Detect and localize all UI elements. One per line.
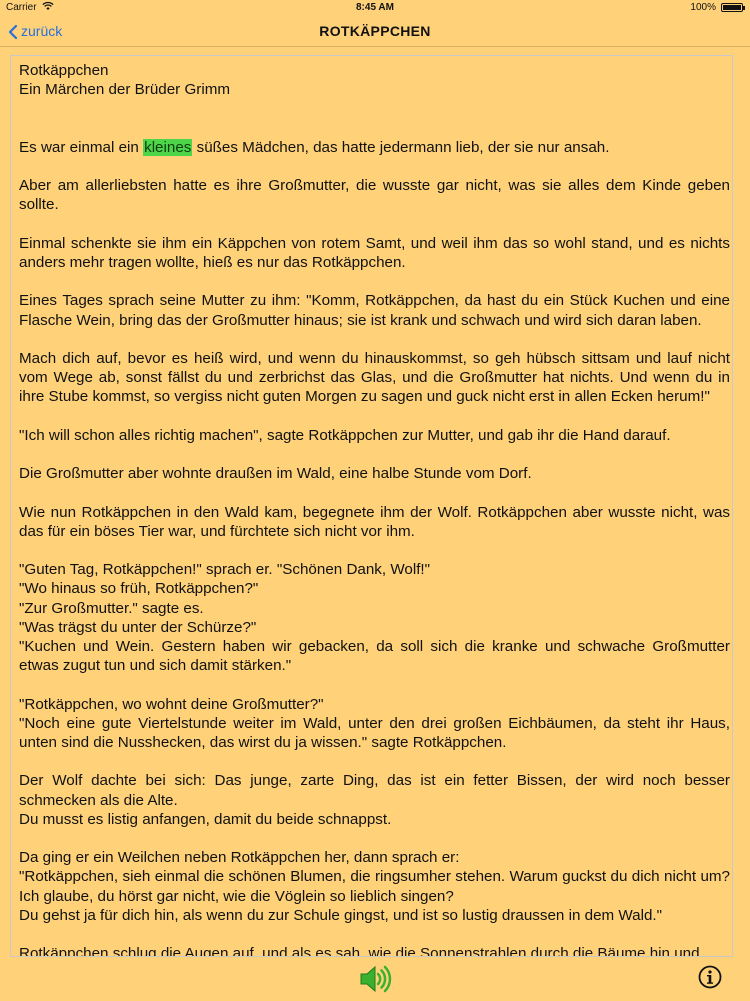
dialogue-line: Du gehst ja für dich hin, als wenn du zu…	[19, 906, 663, 924]
bottom-toolbar	[0, 958, 750, 1000]
status-bar: Carrier 8:45 AM 100%	[0, 0, 750, 16]
highlighted-word[interactable]: kleines	[143, 138, 193, 156]
paragraph-3: Einmal schenkte sie ihm ein Käppchen von…	[19, 234, 730, 271]
story-text: Rotkäppchen Ein Märchen der Brüder Grimm…	[19, 61, 730, 957]
info-icon[interactable]	[698, 965, 722, 989]
paragraph-5: Mach dich auf, bevor es heiß wird, und w…	[19, 349, 730, 406]
dialogue-line: "Noch eine gute Viertelstunde weiter im …	[19, 714, 730, 751]
dialogue-line: "Wo hinaus so früh, Rotkäppchen?"	[19, 580, 259, 598]
paragraph-8: Wie nun Rotkäppchen in den Wald kam, beg…	[19, 503, 730, 540]
paragraph-11: Der Wolf dachte bei sich: Das junge, zar…	[19, 771, 730, 829]
page-title: ROTKÄPPCHEN	[319, 23, 431, 39]
battery-icon	[721, 3, 745, 12]
navigation-bar: zurück ROTKÄPPCHEN	[0, 16, 750, 47]
clock: 8:45 AM	[356, 2, 394, 13]
text-line: Du musst es listig anfangen, damit du be…	[19, 810, 392, 828]
paragraph-9: "Guten Tag, Rotkäppchen!" sprach er. "Sc…	[19, 560, 730, 675]
paragraph-7: Die Großmutter aber wohnte draußen im Wa…	[19, 465, 532, 483]
paragraph-1: Es war einmal ein kleines süßes Mädchen,…	[19, 138, 730, 157]
story-text-view[interactable]: Rotkäppchen Ein Märchen der Brüder Grimm…	[10, 55, 733, 957]
paragraph-1-start: Es war einmal ein	[19, 138, 144, 156]
paragraph-4: Eines Tages sprach seine Mutter zu ihm: …	[19, 292, 730, 329]
paragraph-13: Rotkäppchen schlug die Augen auf, und al…	[19, 945, 700, 957]
text-line: Der Wolf dachte bei sich: Das junge, zar…	[19, 772, 730, 809]
paragraph-2: Aber am allerliebsten hatte es ihre Groß…	[19, 177, 730, 214]
story-heading: Rotkäppchen Ein Märchen der Brüder Grimm	[19, 61, 730, 99]
paragraph-1-end: süßes Mädchen, das hatte jedermann lieb,…	[192, 138, 610, 156]
dialogue-line: "Was trägst du unter der Schürze?"	[19, 618, 257, 636]
dialogue-line: "Kuchen und Wein. Gestern haben wir geba…	[19, 637, 730, 675]
story-title: Rotkäppchen	[19, 62, 109, 79]
battery-percent: 100%	[690, 2, 716, 13]
paragraph-6: "Ich will schon alles richtig machen", s…	[19, 426, 671, 444]
paragraph-12: Da ging er ein Weilchen neben Rotkäppche…	[19, 848, 730, 925]
story-subtitle: Ein Märchen der Brüder Grimm	[19, 81, 231, 99]
dialogue-line: "Guten Tag, Rotkäppchen!" sprach er. "Sc…	[19, 561, 431, 579]
dialogue-line: "Zur Großmutter." sagte es.	[19, 599, 204, 617]
text-line: Da ging er ein Weilchen neben Rotkäppche…	[19, 849, 460, 867]
dialogue-line: "Rotkäppchen, sieh einmal die schönen Bl…	[19, 868, 730, 905]
paragraph-10: "Rotkäppchen, wo wohnt deine Großmutter?…	[19, 695, 730, 753]
speaker-icon[interactable]	[358, 962, 392, 996]
dialogue-line: "Rotkäppchen, wo wohnt deine Großmutter?…	[19, 695, 324, 713]
